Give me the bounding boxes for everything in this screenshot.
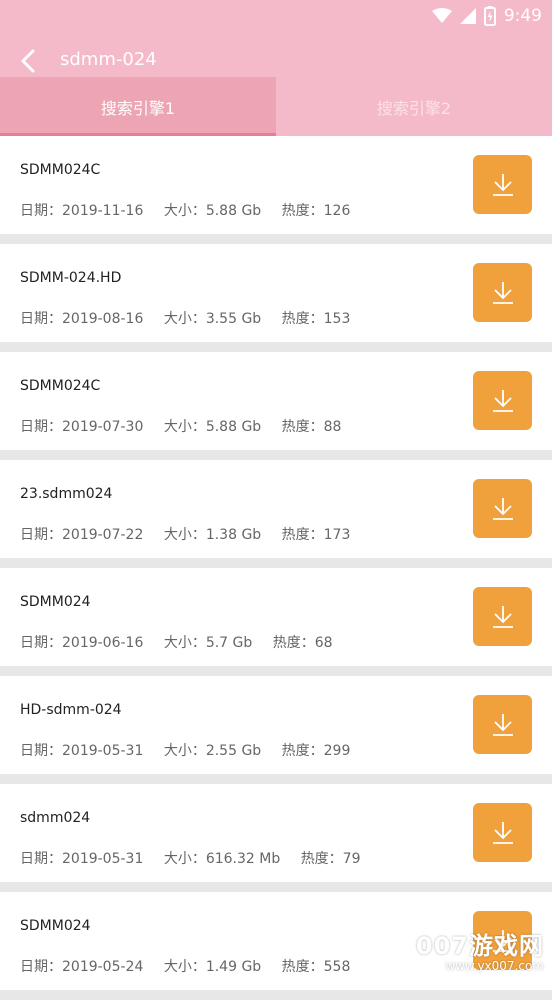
list-item[interactable]: SDMM024C 日期：2019-11-16 大小：5.88 Gb 热度：126 xyxy=(0,136,552,234)
tab-label: 搜索引擎2 xyxy=(376,98,452,118)
status-bar: 9:49 xyxy=(0,0,552,32)
battery-icon xyxy=(483,6,496,26)
item-date: 日期：2019-05-31 xyxy=(20,851,144,867)
list-item[interactable]: SDMM024 日期：2019-06-16 大小：5.7 Gb 热度：68 xyxy=(0,568,552,666)
item-size: 大小：3.55 Gb xyxy=(163,311,262,327)
download-button[interactable] xyxy=(473,587,532,646)
result-list: SDMM024C 日期：2019-11-16 大小：5.88 Gb 热度：126… xyxy=(0,136,552,1000)
item-title: SDMM024 xyxy=(20,594,91,610)
download-icon xyxy=(492,173,513,196)
item-date: 日期：2019-06-16 xyxy=(20,635,144,651)
download-icon xyxy=(492,821,513,844)
item-title: 23.sdmm024 xyxy=(20,486,113,502)
tab-search-engine-1[interactable]: 搜索引擎1 xyxy=(0,77,276,136)
list-item[interactable]: HD-sdmm-024 日期：2019-05-31 大小：2.55 Gb 热度：… xyxy=(0,676,552,774)
list-item[interactable]: SDMM-024.HD 日期：2019-08-16 大小：3.55 Gb 热度：… xyxy=(0,244,552,342)
item-meta: 日期：2019-11-16 大小：5.88 Gb 热度：126 xyxy=(20,200,366,220)
item-date: 日期：2019-07-22 xyxy=(20,527,144,543)
tab-label: 搜索引擎1 xyxy=(100,98,176,118)
download-icon xyxy=(492,497,513,520)
item-size: 大小：2.55 Gb xyxy=(163,743,262,759)
download-button[interactable] xyxy=(473,911,532,970)
item-title: SDMM024C xyxy=(20,162,101,178)
item-heat: 热度：79 xyxy=(300,851,361,867)
item-size: 大小：616.32 Mb xyxy=(163,851,281,867)
item-date: 日期：2019-08-16 xyxy=(20,311,144,327)
item-heat: 热度：126 xyxy=(281,203,351,219)
signal-icon xyxy=(459,8,476,24)
item-title: sdmm024 xyxy=(20,810,91,826)
download-button[interactable] xyxy=(473,263,532,322)
item-heat: 热度：299 xyxy=(281,743,351,759)
item-date: 日期：2019-11-16 xyxy=(20,203,144,219)
download-button[interactable] xyxy=(473,803,532,862)
download-icon xyxy=(492,281,513,304)
item-size: 大小：5.7 Gb xyxy=(163,635,253,651)
item-date: 日期：2019-05-24 xyxy=(20,959,144,975)
wifi-icon xyxy=(431,8,452,23)
tab-bar: 搜索引擎1 搜索引擎2 xyxy=(0,77,552,136)
item-size: 大小：5.88 Gb xyxy=(163,203,262,219)
item-date: 日期：2019-07-30 xyxy=(20,419,144,435)
item-size: 大小：1.38 Gb xyxy=(163,527,262,543)
list-item[interactable]: SDMM024C 日期：2019-07-30 大小：5.88 Gb 热度：88 xyxy=(0,352,552,450)
list-item[interactable]: SDMM024 日期：2019-05-24 大小：1.49 Gb 热度：558 xyxy=(0,892,552,990)
item-size: 大小：5.88 Gb xyxy=(163,419,262,435)
download-icon xyxy=(492,605,513,628)
app-header: sdmm-024 搜索引擎1 搜索引擎2 xyxy=(0,32,552,136)
item-title: SDMM024 xyxy=(20,918,91,934)
item-meta: 日期：2019-06-16 大小：5.7 Gb 热度：68 xyxy=(20,632,349,652)
download-button[interactable] xyxy=(473,155,532,214)
item-size: 大小：1.49 Gb xyxy=(163,959,262,975)
item-meta: 日期：2019-05-24 大小：1.49 Gb 热度：558 xyxy=(20,956,366,976)
download-icon xyxy=(492,713,513,736)
item-heat: 热度：88 xyxy=(281,419,342,435)
page-title: sdmm-024 xyxy=(60,49,157,70)
item-heat: 热度：68 xyxy=(272,635,333,651)
item-heat: 热度：558 xyxy=(281,959,351,975)
chevron-left-icon[interactable] xyxy=(16,48,42,74)
item-meta: 日期：2019-05-31 大小：2.55 Gb 热度：299 xyxy=(20,740,366,760)
item-title: SDMM024C xyxy=(20,378,101,394)
download-button[interactable] xyxy=(473,479,532,538)
download-button[interactable] xyxy=(473,371,532,430)
item-heat: 热度：173 xyxy=(281,527,351,543)
item-title: SDMM-024.HD xyxy=(20,270,122,286)
item-date: 日期：2019-05-31 xyxy=(20,743,144,759)
item-heat: 热度：153 xyxy=(281,311,351,327)
item-meta: 日期：2019-05-31 大小：616.32 Mb 热度：79 xyxy=(20,848,377,868)
status-time: 9:49 xyxy=(503,6,542,26)
download-button[interactable] xyxy=(473,695,532,754)
list-item[interactable]: sdmm024 日期：2019-05-31 大小：616.32 Mb 热度：79 xyxy=(0,784,552,882)
item-meta: 日期：2019-08-16 大小：3.55 Gb 热度：153 xyxy=(20,308,366,328)
download-icon xyxy=(492,929,513,952)
tab-search-engine-2[interactable]: 搜索引擎2 xyxy=(276,77,552,136)
download-icon xyxy=(492,389,513,412)
item-title: HD-sdmm-024 xyxy=(20,702,122,718)
item-meta: 日期：2019-07-30 大小：5.88 Gb 热度：88 xyxy=(20,416,357,436)
list-item[interactable]: 23.sdmm024 日期：2019-07-22 大小：1.38 Gb 热度：1… xyxy=(0,460,552,558)
item-meta: 日期：2019-07-22 大小：1.38 Gb 热度：173 xyxy=(20,524,366,544)
title-row: sdmm-024 xyxy=(0,42,552,80)
status-icons: 9:49 xyxy=(431,5,542,27)
